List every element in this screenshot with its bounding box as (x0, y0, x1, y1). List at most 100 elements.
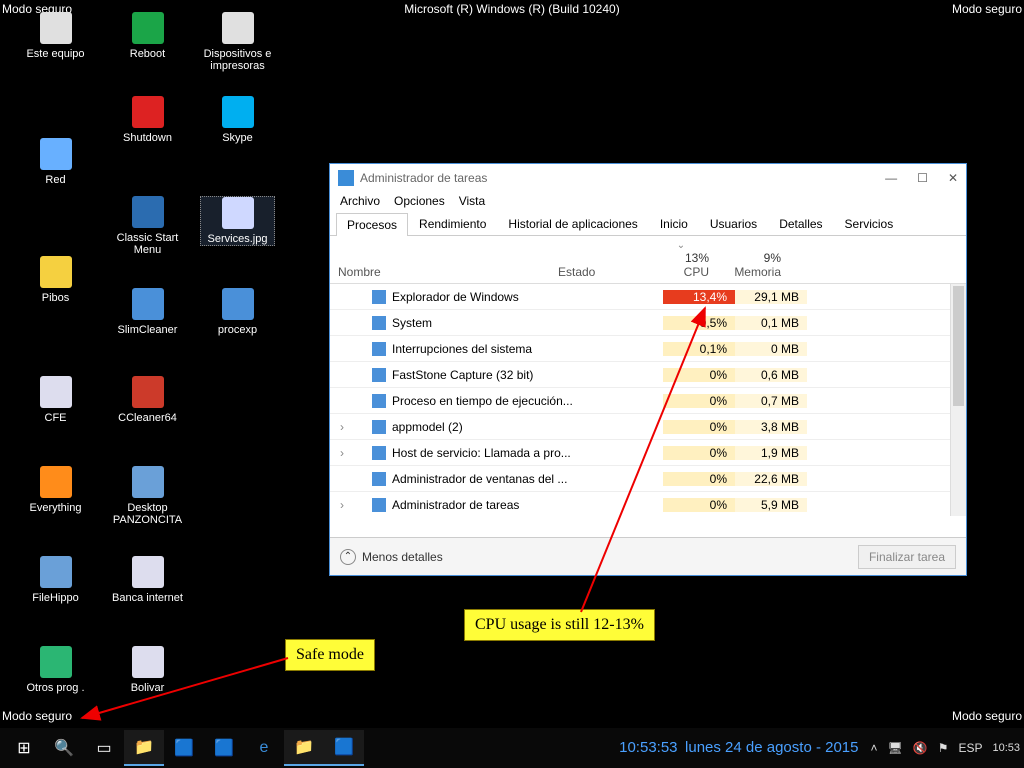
col-name[interactable]: Nombre (330, 261, 550, 283)
desktop-icon[interactable]: Otros prog . (18, 646, 93, 694)
icon-label: Desktop PANZONCITA (110, 502, 185, 526)
scroll-thumb[interactable] (953, 286, 964, 406)
process-row[interactable]: Explorador de Windows13,4%29,1 MB (330, 284, 966, 310)
process-row[interactable]: Administrador de ventanas del ...0%22,6 … (330, 466, 966, 492)
column-headers: Nombre Estado ⌄ 13% CPU 9% Memoria (330, 236, 966, 284)
desktop-icon[interactable]: Skype (200, 96, 275, 144)
taskbar-app-1[interactable]: 🟦 (164, 730, 204, 766)
task-view-button[interactable]: ▭ (84, 730, 124, 766)
process-name: Interrupciones del sistema (392, 342, 532, 356)
process-name: Proceso en tiempo de ejecución... (392, 394, 573, 408)
desktop-icon[interactable]: Dispositivos e impresoras (200, 12, 275, 72)
process-row[interactable]: ›appmodel (2)0%3,8 MB (330, 414, 966, 440)
tab[interactable]: Procesos (336, 213, 408, 236)
mem-cell: 0,7 MB (735, 394, 807, 408)
app-icon (40, 12, 72, 44)
fewer-details-button[interactable]: ⌃ Menos detalles (340, 549, 443, 565)
search-button[interactable]: 🔍 (44, 730, 84, 766)
menu-item[interactable]: Archivo (340, 194, 380, 208)
maximize-button[interactable]: ☐ (917, 171, 928, 185)
desktop-icon[interactable]: Services.jpg (200, 196, 275, 246)
tray-chevron-icon[interactable]: ˄ (870, 741, 877, 755)
tray-display-icon[interactable]: 🖥 (888, 741, 903, 755)
taskbar-taskmgr[interactable]: 🟦 (324, 730, 364, 766)
desktop-icon[interactable]: Red (18, 138, 93, 186)
cpu-cell: 0% (663, 368, 735, 382)
app-icon (40, 256, 72, 288)
process-icon (372, 420, 386, 434)
process-row[interactable]: FastStone Capture (32 bit)0%0,6 MB (330, 362, 966, 388)
taskbar-explorer[interactable]: 📁 (124, 730, 164, 766)
taskbar-folder-window[interactable]: 📁 (284, 730, 324, 766)
desktop-icon[interactable]: Desktop PANZONCITA (110, 466, 185, 526)
process-row[interactable]: ›Host de servicio: Llamada a pro...0%1,9… (330, 440, 966, 466)
desktop-icon[interactable]: Reboot (110, 12, 185, 60)
desktop-icon[interactable]: Shutdown (110, 96, 185, 144)
process-row[interactable]: Interrupciones del sistema0,1%0 MB (330, 336, 966, 362)
icon-label: Otros prog . (18, 682, 93, 694)
annotation-cpu: CPU usage is still 12-13% (464, 609, 655, 641)
tab[interactable]: Historial de aplicaciones (497, 212, 648, 235)
titlebar[interactable]: Administrador de tareas — ☐ ✕ (330, 164, 966, 192)
tab[interactable]: Inicio (649, 212, 699, 235)
icon-label: Pibos (18, 292, 93, 304)
task-manager-window[interactable]: Administrador de tareas — ☐ ✕ Archivo Opc… (329, 163, 967, 576)
desktop-icon[interactable]: Classic Start Menu (110, 196, 185, 256)
expand-icon[interactable]: › (336, 420, 348, 434)
tab[interactable]: Usuarios (699, 212, 768, 235)
desktop-icon[interactable]: Bolivar (110, 646, 185, 694)
tab[interactable]: Detalles (768, 212, 833, 235)
icon-label: Dispositivos e impresoras (200, 48, 275, 72)
taskbar-app-2[interactable]: 🟦 (204, 730, 244, 766)
menu-item[interactable]: Vista (459, 194, 485, 208)
scrollbar[interactable] (950, 284, 966, 516)
col-state[interactable]: Estado (550, 261, 645, 283)
desktop-icon[interactable]: Everything (18, 466, 93, 514)
process-icon (372, 394, 386, 408)
desktop-icon[interactable]: Este equipo (18, 12, 93, 60)
cpu-cell: 0% (663, 498, 735, 512)
process-row[interactable]: Proceso en tiempo de ejecución... 0%0,7 M… (330, 388, 966, 414)
process-name: Administrador de ventanas del ... (392, 472, 567, 486)
app-icon (132, 96, 164, 128)
process-name: appmodel (2) (392, 420, 463, 434)
process-row[interactable]: System0,5%0,1 MB (330, 310, 966, 336)
process-list[interactable]: Explorador de Windows13,4%29,1 MBSystem0… (330, 284, 966, 516)
desktop-icon[interactable]: SlimCleaner (110, 288, 185, 336)
desktop-icon[interactable]: Pibos (18, 256, 93, 304)
process-icon (372, 316, 386, 330)
icon-label: Este equipo (18, 48, 93, 60)
desktop-icon[interactable]: Banca internet (110, 556, 185, 604)
start-button[interactable]: ⊞ (4, 730, 44, 766)
tray-clock[interactable]: 10:53 (992, 742, 1020, 754)
icon-label: Classic Start Menu (110, 232, 185, 256)
app-icon (132, 376, 164, 408)
taskbar[interactable]: ⊞ 🔍 ▭ 📁 🟦 🟦 e 📁 🟦 10:53:53 lunes 24 de a… (0, 728, 1024, 768)
desktop-icon[interactable]: CCleaner64 (110, 376, 185, 424)
cpu-cell: 0% (663, 394, 735, 408)
col-mem[interactable]: 9% Memoria (717, 233, 789, 283)
minimize-button[interactable]: — (885, 171, 897, 185)
tab[interactable]: Rendimiento (408, 212, 497, 235)
tray-flag-icon[interactable]: ⚑ (938, 741, 949, 755)
taskbar-edge[interactable]: e (244, 730, 284, 766)
process-row[interactable]: ›Administrador de tareas0%5,9 MB (330, 492, 966, 516)
close-button[interactable]: ✕ (948, 171, 958, 185)
end-task-button[interactable]: Finalizar tarea (858, 545, 956, 569)
desktop-icon[interactable]: FileHippo (18, 556, 93, 604)
mem-cell: 1,9 MB (735, 446, 807, 460)
expand-icon[interactable]: › (336, 446, 348, 460)
tab-strip: ProcesosRendimientoHistorial de aplicaci… (330, 212, 966, 236)
tab[interactable]: Servicios (834, 212, 905, 235)
col-cpu[interactable]: ⌄ 13% CPU (645, 236, 717, 283)
desktop-icon[interactable]: procexp (200, 288, 275, 336)
tray-lang[interactable]: ESP (958, 741, 982, 755)
expand-icon[interactable]: › (336, 498, 348, 512)
app-icon (40, 556, 72, 588)
app-icon (132, 646, 164, 678)
menu-item[interactable]: Opciones (394, 194, 445, 208)
desktop-icon[interactable]: CFE (18, 376, 93, 424)
tray-volume-icon[interactable]: 🔇 (913, 741, 928, 755)
taskmgr-icon (338, 170, 354, 186)
chevron-up-icon: ⌃ (340, 549, 356, 565)
